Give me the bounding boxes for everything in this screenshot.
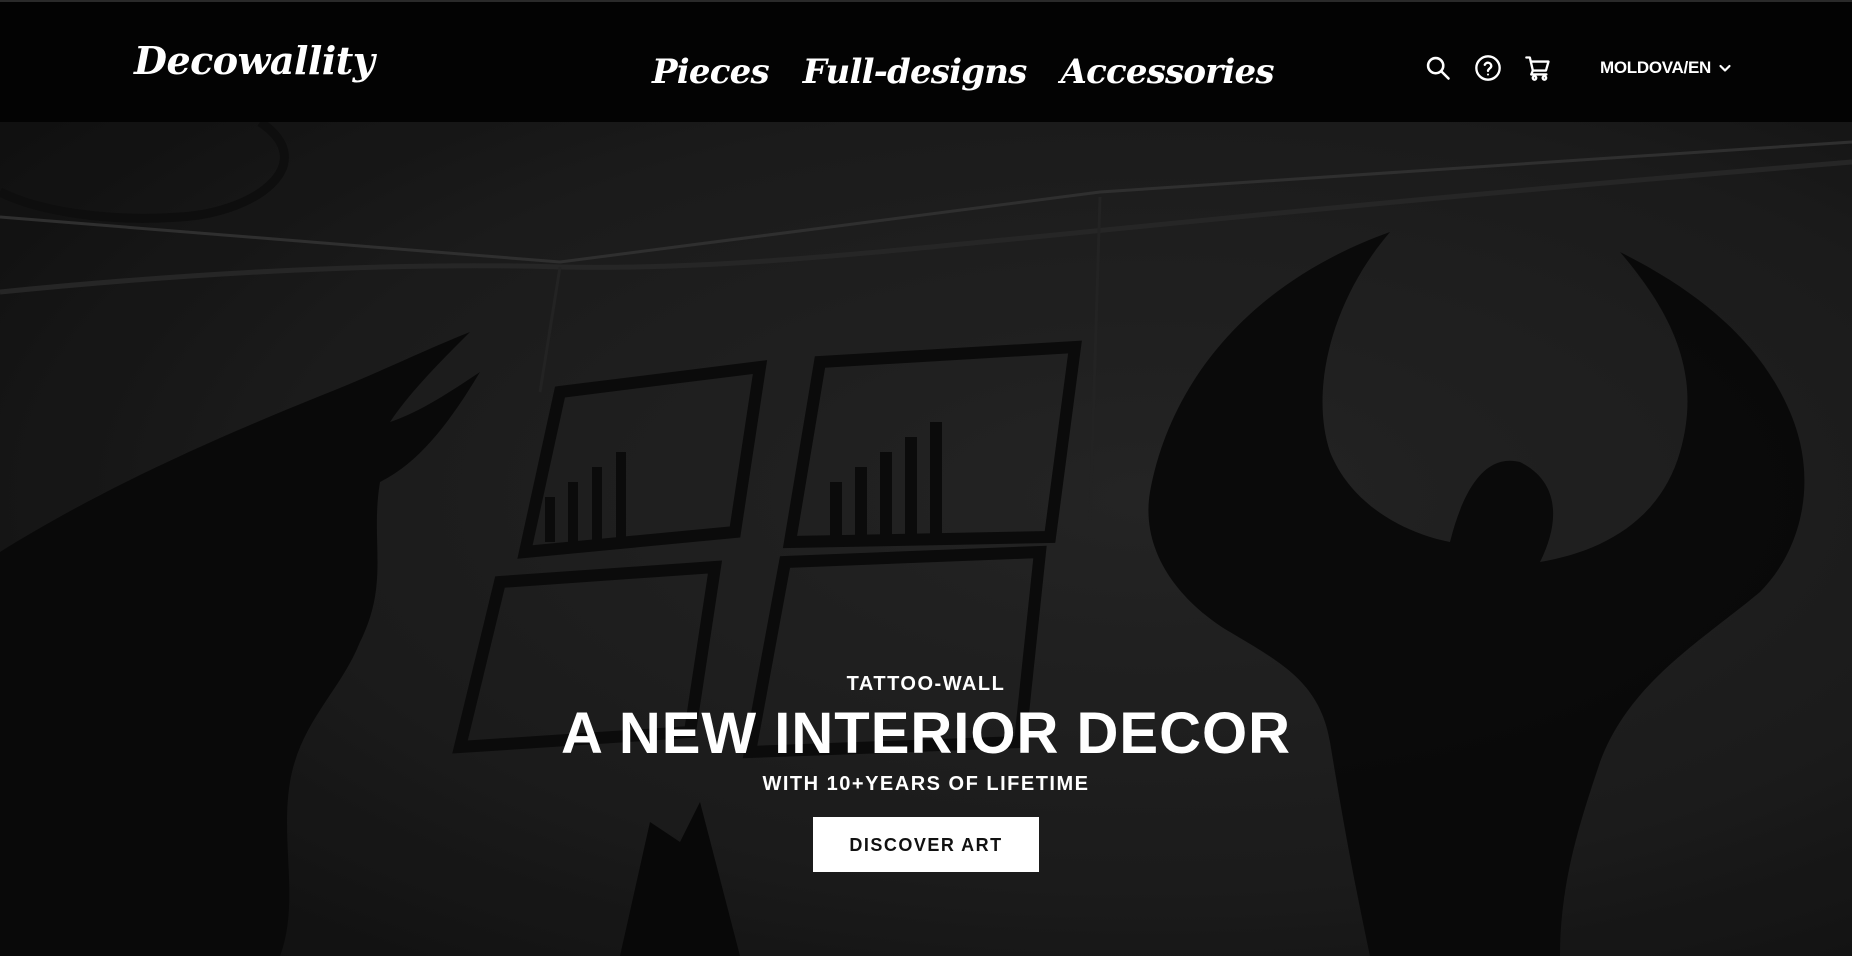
site-header: Decowallity Pieces Full-designs Accessor… <box>0 0 1852 122</box>
nav-item-pieces[interactable]: Pieces <box>652 52 770 92</box>
hero-content: TATTOO-WALL A NEW INTERIOR DECOR WITH 10… <box>0 672 1852 872</box>
page: Decowallity Pieces Full-designs Accessor… <box>0 0 1852 956</box>
hero-banner: TATTOO-WALL A NEW INTERIOR DECOR WITH 10… <box>0 122 1852 956</box>
search-icon[interactable] <box>1424 54 1452 82</box>
help-icon[interactable] <box>1474 54 1502 82</box>
discover-art-button[interactable]: DISCOVER ART <box>813 817 1039 872</box>
hero-subline: WITH 10+YEARS OF LIFETIME <box>762 773 1090 795</box>
header-icons <box>1424 54 1552 82</box>
logo[interactable]: Decowallity <box>134 38 375 83</box>
hero-headline: A NEW INTERIOR DECOR <box>561 701 1291 766</box>
locale-selector[interactable]: MOLDOVA/EN <box>1600 58 1733 78</box>
locale-label: MOLDOVA/EN <box>1600 58 1711 77</box>
cart-icon[interactable] <box>1524 54 1552 82</box>
chevron-down-icon <box>1717 60 1733 76</box>
nav-item-accessories[interactable]: Accessories <box>1061 52 1275 92</box>
main-nav: Pieces Full-designs Accessories <box>652 46 1274 98</box>
nav-item-full-designs[interactable]: Full-designs <box>803 52 1028 92</box>
hero-eyebrow: TATTOO-WALL <box>846 673 1006 695</box>
